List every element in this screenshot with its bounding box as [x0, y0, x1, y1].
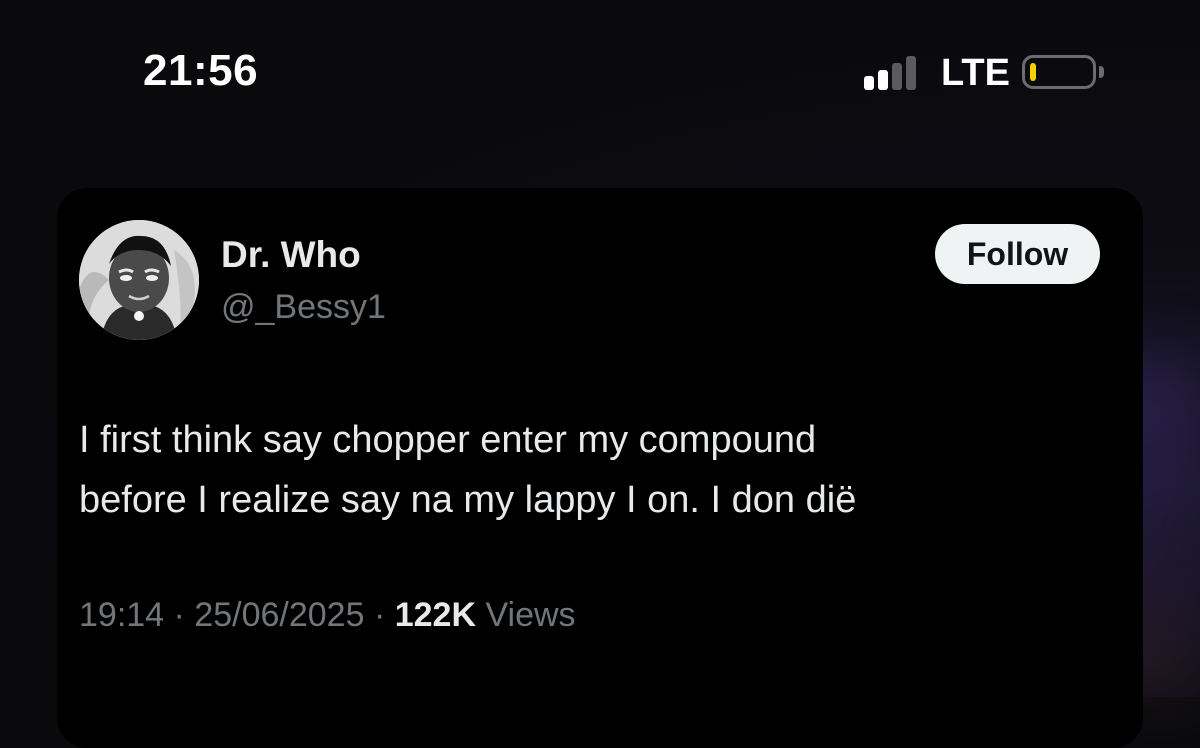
signal-bar-4 [906, 56, 916, 90]
tweet-text-line: before I realize say na my lappy I on. I… [79, 479, 857, 521]
cellular-signal-icon [864, 54, 924, 90]
battery-level [1030, 63, 1036, 81]
views-label: Views [485, 596, 576, 634]
tweet-time[interactable]: 19:14 [79, 596, 164, 634]
network-type: LTE [941, 52, 1010, 94]
meta-separator: · [173, 596, 185, 634]
battery-icon [1022, 55, 1096, 89]
tweet-date[interactable]: 25/06/2025 [194, 596, 364, 634]
battery-cap [1099, 66, 1104, 78]
status-bar: 21:56 LTE [0, 0, 1200, 150]
status-time: 21:56 [143, 46, 259, 95]
author-name[interactable]: Dr. Who [221, 234, 361, 276]
tweet-text: I first think say chopper enter my compo… [79, 410, 1099, 530]
avatar-image [79, 220, 199, 340]
tweet-text-line: I first think say chopper enter my compo… [79, 419, 817, 461]
meta-separator: · [373, 596, 386, 634]
follow-button[interactable]: Follow [935, 224, 1100, 284]
signal-bar-3 [892, 63, 902, 90]
author-handle[interactable]: @_Bessy1 [221, 288, 386, 327]
views-count: 122K [394, 596, 477, 634]
tweet-meta: 19:14 · 25/06/2025 · 122K Views [79, 596, 576, 635]
signal-bar-2 [878, 70, 888, 90]
signal-bar-1 [864, 76, 874, 90]
tweet-card[interactable]: Dr. Who @_Bessy1 Follow I first think sa… [57, 188, 1143, 748]
avatar[interactable] [79, 220, 199, 340]
